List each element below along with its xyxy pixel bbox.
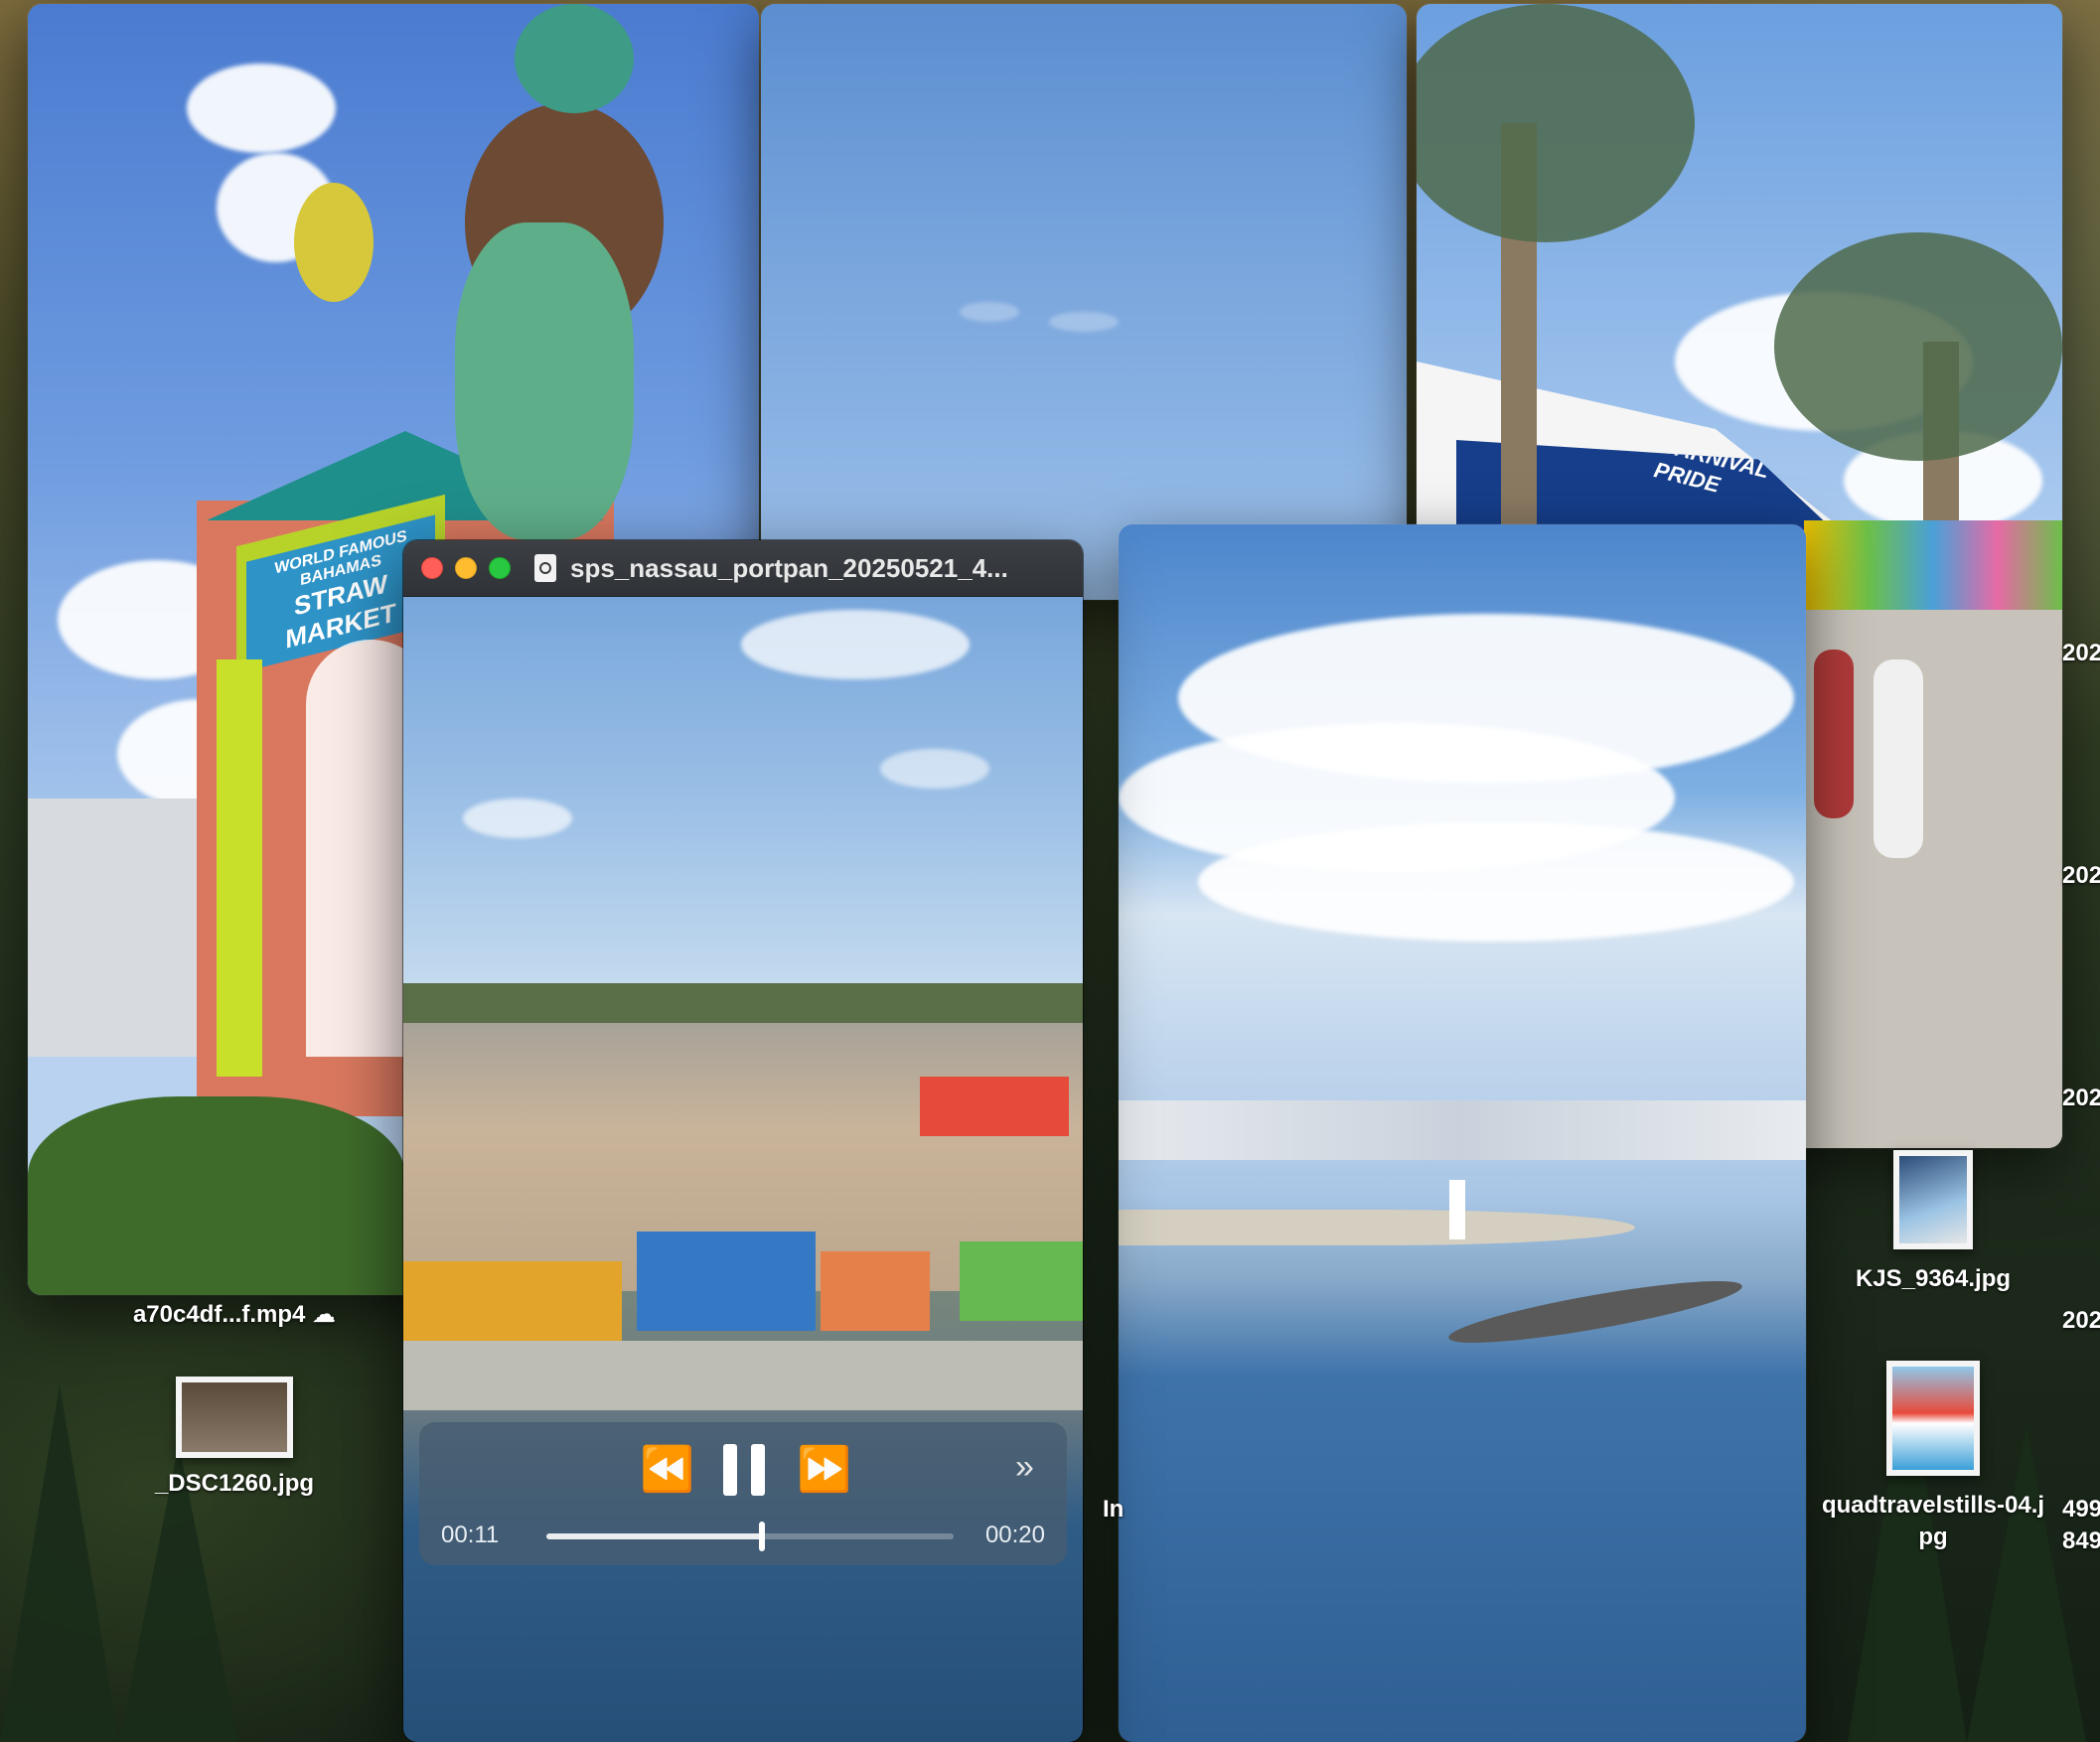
- tree-silhouette: [0, 1384, 119, 1742]
- video-player-window[interactable]: sps_nassau_portpan_20250521_4... ⏪ ⏩ » 0…: [403, 540, 1083, 1742]
- yellow-house: [403, 1261, 622, 1341]
- green-pillar: [217, 659, 262, 1077]
- distant-treeline: [403, 983, 1083, 1023]
- scrubber-handle[interactable]: [759, 1522, 766, 1551]
- edge-file-label[interactable]: 202: [2062, 862, 2100, 890]
- green-house: [960, 1241, 1083, 1321]
- scrubber-track[interactable]: [546, 1522, 954, 1551]
- file-label: quadtravelstills-04.jpg: [1821, 1492, 2045, 1550]
- video-document-icon: [534, 554, 556, 582]
- waterfront-road: [403, 1341, 1083, 1410]
- sand-spit: [1119, 1210, 1635, 1245]
- cloud: [880, 749, 989, 789]
- double-chevron-right-icon[interactable]: »: [1015, 1450, 1034, 1484]
- desktop-file-dsc1260[interactable]: _DSC1260.jpg: [125, 1377, 344, 1500]
- colorful-stalls: [1804, 520, 2062, 610]
- edge-file-label[interactable]: In: [1103, 1496, 1124, 1524]
- pause-icon[interactable]: [723, 1444, 767, 1496]
- window-zoom-button[interactable]: [489, 557, 511, 579]
- cruise-ships: [1119, 1100, 1806, 1160]
- cloud: [1049, 312, 1119, 332]
- palm-fronds: [1417, 4, 1695, 242]
- person-walking: [1814, 650, 1854, 818]
- image-thumbnail: [1893, 1150, 1973, 1249]
- desktop-file-kjs9364[interactable]: KJS_9364.jpg: [1824, 1150, 2042, 1295]
- edge-file-label[interactable]: 202: [2062, 640, 2100, 667]
- orange-house: [821, 1251, 930, 1331]
- bushes: [28, 1096, 405, 1295]
- window-minimize-button[interactable]: [455, 557, 477, 579]
- breakwater-rocks: [1445, 1269, 1745, 1355]
- red-building: [920, 1077, 1069, 1136]
- file-label: a70c4df...f.mp4 ☁: [132, 1301, 337, 1328]
- window-close-button[interactable]: [421, 557, 443, 579]
- image-thumbnail: [176, 1377, 293, 1458]
- desktop-file-quadtravelstills[interactable]: quadtravelstills-04.jpg: [1820, 1361, 2046, 1553]
- rewind-icon[interactable]: ⏪: [640, 1448, 694, 1492]
- cloud: [187, 64, 336, 153]
- palm-fronds: [1774, 232, 2062, 461]
- cloud: [1198, 822, 1794, 942]
- side-building: [28, 798, 197, 1057]
- file-label: KJS_9364.jpg: [1855, 1265, 2012, 1292]
- window-titlebar[interactable]: sps_nassau_portpan_20250521_4...: [403, 540, 1083, 597]
- edge-file-label[interactable]: 849: [2062, 1527, 2100, 1555]
- edge-file-label[interactable]: 499: [2062, 1496, 2100, 1524]
- maraca: [515, 4, 634, 113]
- current-time: 00:11: [441, 1522, 500, 1548]
- quicklook-photo-harbor-lighthouse[interactable]: [1119, 524, 1806, 1742]
- edge-file-label[interactable]: 202: [2062, 1085, 2100, 1112]
- fast-forward-icon[interactable]: ⏩: [797, 1448, 851, 1492]
- file-label: _DSC1260.jpg: [154, 1470, 315, 1497]
- scrubber-progress: [546, 1533, 763, 1539]
- cloud: [960, 302, 1019, 322]
- cloud: [463, 798, 572, 838]
- desktop-file-mp4[interactable]: a70c4df...f.mp4 ☁: [95, 1289, 374, 1331]
- blue-house: [637, 1232, 816, 1331]
- image-thumbnail: [1886, 1361, 1980, 1476]
- edge-file-label[interactable]: 202: [2062, 1307, 2100, 1335]
- statue-body: [455, 222, 634, 540]
- quicklook-photo-sky[interactable]: [761, 4, 1407, 600]
- cloud: [741, 610, 970, 679]
- playback-controls: ⏪ ⏩ » 00:11 00:20: [419, 1422, 1067, 1565]
- person-walking: [1874, 659, 1923, 858]
- maraca: [294, 183, 374, 302]
- cloud-icon: ☁: [312, 1301, 337, 1328]
- lighthouse: [1449, 1180, 1465, 1239]
- total-time: 00:20: [984, 1522, 1045, 1548]
- window-title: sps_nassau_portpan_20250521_4...: [570, 552, 1008, 583]
